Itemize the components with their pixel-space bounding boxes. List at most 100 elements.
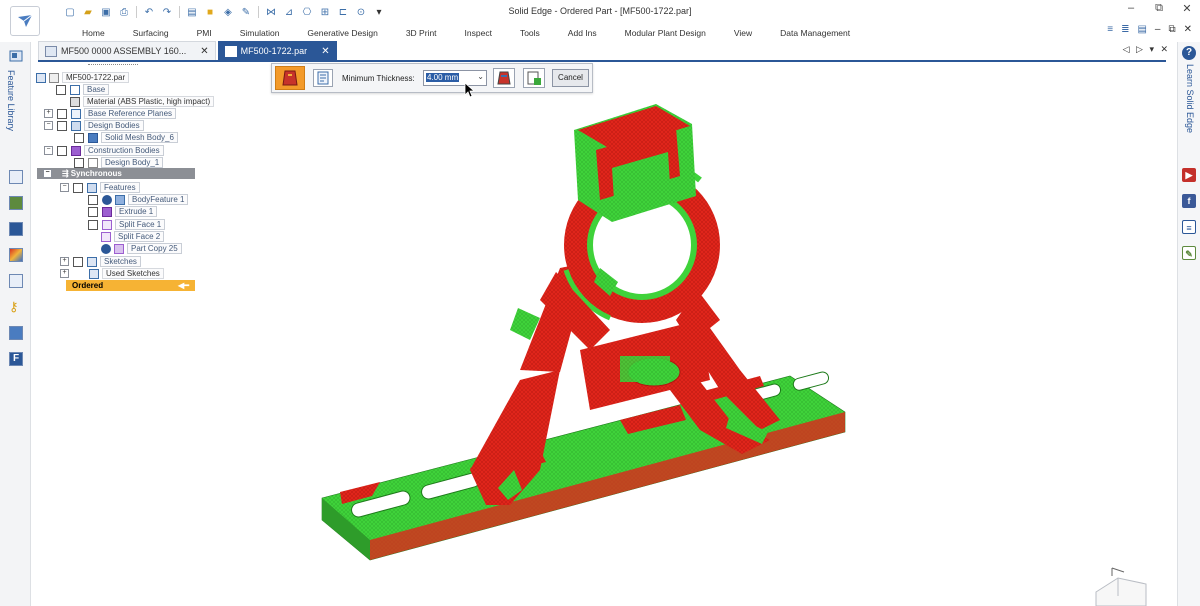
collapse-icon[interactable]: − <box>44 146 53 155</box>
visibility-checkbox[interactable] <box>74 132 84 143</box>
mesh-icon[interactable]: ⊞ <box>319 6 331 18</box>
options-button[interactable] <box>313 69 333 87</box>
view-cube-icon[interactable] <box>1095 567 1147 606</box>
tree-item-split-face-1[interactable]: Split Face 1 <box>88 219 166 230</box>
notes-icon[interactable]: ✎ <box>1182 246 1196 260</box>
family-icon[interactable]: F <box>9 352 23 366</box>
customize-dropdown-icon[interactable]: ▾ <box>373 6 385 18</box>
close-tab-icon[interactable]: ✕ <box>200 46 208 57</box>
link-icon[interactable]: ⊙ <box>355 6 367 18</box>
tree-item-design-bodies[interactable]: − Design Bodies <box>44 120 144 131</box>
document-tab-part[interactable]: MF500-1722.par ✕ <box>217 41 337 60</box>
collapse-icon[interactable]: − <box>43 169 52 178</box>
facebook-icon[interactable]: f <box>1182 194 1196 208</box>
open-icon[interactable]: ▰ <box>82 6 94 18</box>
feature-library-tab[interactable]: Feature Library <box>6 70 16 131</box>
tab-modular-plant-design[interactable]: Modular Plant Design <box>611 26 720 40</box>
application-button[interactable] <box>10 6 40 36</box>
visibility-checkbox[interactable] <box>73 256 83 267</box>
tree-item-split-face-2[interactable]: Split Face 2 <box>101 231 165 242</box>
tree-item-solid-mesh-body[interactable]: Solid Mesh Body_6 <box>74 132 178 143</box>
visibility-checkbox[interactable] <box>88 194 98 205</box>
tree-item-base[interactable]: Base <box>56 84 110 95</box>
tab-add-ins[interactable]: Add Ins <box>554 26 611 40</box>
tree-item-used-sketches[interactable]: + Used Sketches <box>60 268 164 279</box>
tree-item-ordered[interactable]: Ordered ◀━ <box>66 280 195 291</box>
collapse-icon[interactable]: − <box>44 121 53 130</box>
layout-icon[interactable]: ≡ <box>1107 24 1113 35</box>
appearance-icon[interactable] <box>9 248 23 262</box>
align-icon[interactable]: ≣ <box>1121 24 1129 35</box>
tree-item-base-reference-planes[interactable]: + Base Reference Planes <box>44 108 177 119</box>
sensors-icon[interactable] <box>9 222 23 236</box>
tree-item-sketches[interactable]: + Sketches <box>60 256 141 267</box>
tab-view[interactable]: View <box>720 26 766 40</box>
learn-solid-edge-tab[interactable]: Learn Solid Edge <box>1185 64 1195 133</box>
assembly-icon[interactable] <box>9 326 23 340</box>
expand-icon[interactable]: + <box>60 269 69 278</box>
table-icon[interactable] <box>9 274 23 288</box>
minimum-thickness-input[interactable]: 4.00 mm ⌄ <box>423 70 487 86</box>
visibility-checkbox[interactable] <box>56 84 66 95</box>
pathfinder-grip[interactable] <box>88 64 138 68</box>
tab-data-management[interactable]: Data Management <box>766 26 864 40</box>
close-button[interactable]: ✕ <box>1180 2 1194 15</box>
sketch-icon[interactable]: ⎔ <box>301 6 313 18</box>
restore-doc-icon[interactable]: ⧉ <box>1168 24 1175 35</box>
tab-pmi[interactable]: PMI <box>183 26 226 40</box>
visibility-checkbox[interactable] <box>73 182 83 193</box>
feature-library-icon[interactable] <box>9 49 23 63</box>
youtube-icon[interactable]: ▶ <box>1182 168 1196 182</box>
visibility-checkbox[interactable] <box>57 120 67 131</box>
tree-item-extrude[interactable]: Extrude 1 <box>88 206 158 217</box>
highlight-icon[interactable]: ■ <box>204 6 216 18</box>
expand-icon[interactable]: + <box>44 109 53 118</box>
select-step-button[interactable] <box>275 66 305 90</box>
relate-icon[interactable]: ⋈ <box>265 6 277 18</box>
layers-icon[interactable] <box>9 196 23 210</box>
dimension-icon[interactable]: ⊏ <box>337 6 349 18</box>
visibility-checkbox[interactable] <box>74 157 84 168</box>
collapse-icon[interactable]: − <box>60 183 69 192</box>
tree-item-design-body[interactable]: Design Body_1 <box>74 157 164 168</box>
community-icon[interactable]: ≡ <box>1182 220 1196 234</box>
tab-home[interactable]: Home <box>68 26 119 40</box>
save-icon[interactable]: ▣ <box>100 6 112 18</box>
tree-item-construction-bodies[interactable]: − Construction Bodies <box>44 145 164 156</box>
help-icon[interactable]: ? <box>1182 46 1196 60</box>
document-tab-assembly[interactable]: MF500 0000 ASSEMBLY 160... ✕ <box>38 41 216 60</box>
tree-item-body-feature[interactable]: BodyFeature 1 <box>88 194 189 205</box>
new-icon[interactable]: ▢ <box>64 6 76 18</box>
analyze-button[interactable] <box>493 68 515 88</box>
print-icon[interactable]: ⎙ <box>118 6 130 18</box>
tab-generative-design[interactable]: Generative Design <box>293 26 391 40</box>
undo-icon[interactable]: ↶ <box>143 6 155 18</box>
view-icon[interactable]: ◈ <box>222 6 234 18</box>
tree-root[interactable]: MF500-1722.par <box>36 72 130 83</box>
expand-icon[interactable]: + <box>60 257 69 266</box>
tree-item-features[interactable]: − Features <box>60 182 140 193</box>
visibility-checkbox[interactable] <box>88 206 98 217</box>
pathfinder-icon[interactable] <box>9 170 23 184</box>
tab-simulation[interactable]: Simulation <box>226 26 294 40</box>
cancel-button[interactable]: Cancel <box>552 69 589 87</box>
3d-printed-part-model[interactable] <box>321 104 846 561</box>
tab-scroll-controls[interactable]: ◁ ▷ ▾ ✕ <box>1123 44 1170 55</box>
visibility-checkbox[interactable] <box>57 145 67 156</box>
tab-surfacing[interactable]: Surfacing <box>119 26 183 40</box>
tree-item-part-copy[interactable]: Part Copy 25 <box>101 243 182 254</box>
restore-button[interactable]: ⧉ <box>1152 2 1166 15</box>
panel-icon[interactable]: ▤ <box>1137 24 1146 35</box>
tab-3d-print[interactable]: 3D Print <box>392 26 451 40</box>
chevron-down-icon[interactable]: ⌄ <box>477 72 484 81</box>
minimize-ribbon-icon[interactable]: – <box>1155 24 1161 35</box>
key-icon[interactable]: ⚷ <box>9 300 23 314</box>
close-tab-icon[interactable]: ✕ <box>321 46 329 57</box>
redo-icon[interactable]: ↷ <box>161 6 173 18</box>
graphics-window[interactable] <box>200 92 1170 606</box>
accept-button[interactable] <box>523 68 545 88</box>
minimize-button[interactable]: – <box>1124 2 1138 15</box>
visibility-checkbox[interactable] <box>88 219 98 230</box>
tree-item-synchronous[interactable]: − ⇶ Synchronous <box>37 168 195 179</box>
paint-icon[interactable]: ✎ <box>240 6 252 18</box>
